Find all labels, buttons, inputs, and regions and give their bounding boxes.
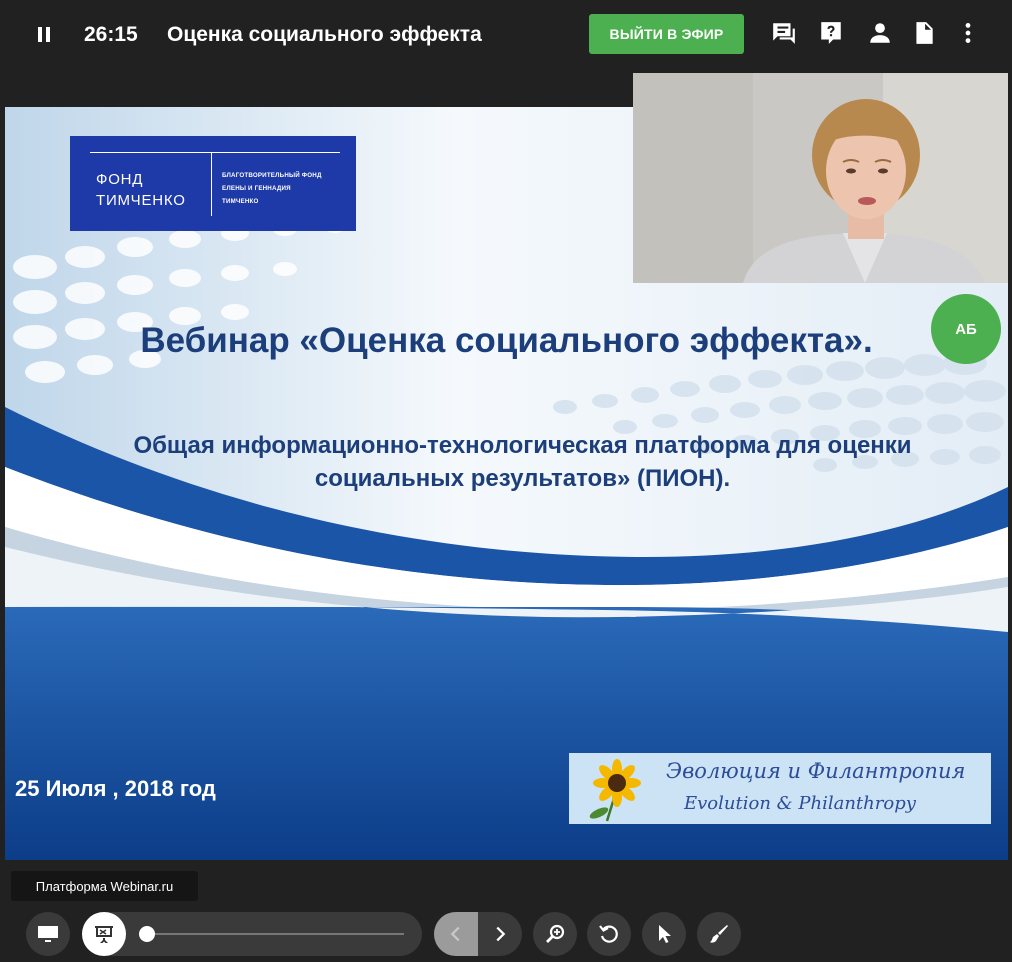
slide-subtitle: Общая информационно-технологическая плат…: [65, 429, 980, 495]
logo-text-line1: ФОНД: [96, 171, 144, 188]
brush-button[interactable]: [697, 912, 741, 956]
presentation-progress[interactable]: [82, 912, 422, 956]
progress-track[interactable]: [139, 926, 404, 942]
rotate-icon: [599, 925, 618, 943]
evolution-banner: Эволюция и Филантропия Evolution & Phila…: [569, 753, 991, 824]
logo-small-line2: ЕЛЕНЫ И ГЕННАДИЯ: [222, 185, 291, 192]
screen-share-button[interactable]: [26, 912, 70, 956]
chevron-right-icon: [496, 926, 506, 942]
pointer-icon: [659, 925, 671, 943]
broadcast-timer: 26:15: [84, 23, 138, 46]
more-vertical-icon[interactable]: [955, 20, 981, 46]
chevron-left-icon: [450, 926, 460, 942]
top-bar: 26:15 Оценка социального эффекта ВЫЙТИ В…: [0, 0, 1012, 70]
zoom-icon: [546, 924, 565, 943]
logo-text-line2: ТИМЧЕНКО: [96, 192, 186, 209]
presentation-icon[interactable]: [82, 912, 126, 956]
fund-logo: ФОНД ТИМЧЕНКО БЛАГОТВОРИТЕЛЬНЫЙ ФОНД ЕЛЕ…: [70, 136, 356, 231]
slide-navigation: [434, 912, 522, 956]
chat-icon[interactable]: [771, 20, 797, 46]
banner-title-en: Evolution & Philanthropy: [684, 793, 916, 814]
pointer-button[interactable]: [642, 912, 686, 956]
platform-tooltip: Платформа Webinar.ru: [11, 871, 198, 901]
zoom-button[interactable]: [533, 912, 577, 956]
slide-subtitle-line2: социальных результатов» (ПИОН).: [314, 465, 731, 492]
pause-icon[interactable]: [30, 22, 58, 46]
webinar-title: Оценка социального эффекта: [167, 23, 482, 46]
presenter-video[interactable]: [633, 73, 1008, 283]
logo-small-line3: ТИМЧЕНКО: [222, 198, 259, 205]
presenter-image: [633, 73, 1008, 283]
slide-subtitle-line1: Общая информационно-технологическая плат…: [133, 432, 912, 459]
progress-knob[interactable]: [139, 926, 156, 942]
question-icon[interactable]: [818, 20, 844, 46]
webinar-app: 26:15 Оценка социального эффекта ВЫЙТИ В…: [0, 0, 1012, 962]
slide-heading: Вебинар «Оценка социального эффекта».: [140, 321, 873, 360]
rotate-button[interactable]: [587, 912, 631, 956]
screen-icon: [38, 926, 58, 942]
slide-date: 25 Июля , 2018 год: [15, 776, 216, 801]
previous-slide-button[interactable]: [434, 912, 478, 956]
sunflower-icon: [589, 759, 641, 822]
go-live-button[interactable]: ВЫЙТИ В ЭФИР: [589, 14, 744, 54]
person-icon[interactable]: [867, 20, 893, 46]
document-icon[interactable]: [911, 20, 937, 46]
logo-small-line1: БЛАГОТВОРИТЕЛЬНЫЙ ФОНД: [222, 172, 322, 179]
brush-icon: [710, 925, 728, 943]
next-slide-button[interactable]: [478, 912, 522, 956]
user-avatar[interactable]: АБ: [931, 294, 1001, 364]
banner-title-ru: Эволюция и Филантропия: [666, 759, 966, 783]
